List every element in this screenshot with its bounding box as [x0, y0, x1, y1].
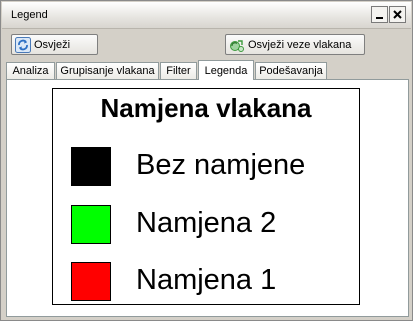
window-title: Legend — [11, 9, 48, 21]
legend-item-label: Bez namjene — [136, 149, 306, 181]
legend-item: Bez namjene — [71, 147, 351, 187]
legend-swatch — [71, 205, 111, 244]
minimize-button[interactable] — [371, 6, 388, 23]
tab-label: Analiza — [12, 65, 49, 77]
tab-grupisanje-vlakana[interactable]: Grupisanje vlakana — [56, 62, 159, 79]
refresh-fiber-links-label: Osvježi veze vlakana — [248, 38, 352, 51]
legend-window: Legend Osvježi Osvježi veze vlakana Anal… — [0, 0, 413, 321]
legend-swatch — [71, 262, 111, 301]
tab-strip: Analiza Grupisanje vlakana Filter Legend… — [6, 60, 409, 80]
legend-title: Namjena vlakana — [100, 93, 312, 123]
legend-item-label: Namjena 1 — [136, 264, 277, 296]
tab-label: Legenda — [204, 64, 248, 77]
tab-podesavanja[interactable]: Podešavanja — [255, 62, 327, 79]
tab-legenda[interactable]: Legenda — [198, 60, 254, 80]
close-icon — [393, 10, 402, 19]
title-bar[interactable]: Legend — [2, 2, 411, 29]
legend-box: Namjena vlakana Bez namjene Namjena 2 Na… — [52, 88, 360, 305]
refresh-button-label: Osvježi — [34, 38, 71, 51]
tab-label: Podešavanja — [259, 65, 323, 77]
refresh-icon — [15, 36, 31, 53]
refresh-fiber-links-button[interactable]: Osvježi veze vlakana — [225, 34, 365, 55]
legend-panel: Namjena vlakana Bez namjene Namjena 2 Na… — [6, 79, 409, 317]
legend-item: Namjena 2 — [71, 205, 351, 245]
refresh-links-icon — [229, 37, 245, 53]
legend-item: Namjena 1 — [71, 262, 351, 302]
refresh-button[interactable]: Osvježi — [11, 34, 98, 55]
tab-label: Filter — [166, 65, 191, 77]
legend-item-label: Namjena 2 — [136, 207, 277, 239]
tab-analiza[interactable]: Analiza — [6, 62, 55, 79]
toolbar: Osvježi Osvježi veze vlakana — [2, 29, 411, 57]
legend-swatch — [71, 147, 111, 186]
close-button[interactable] — [389, 6, 406, 23]
tab-label: Grupisanje vlakana — [60, 65, 155, 77]
tab-filter[interactable]: Filter — [160, 62, 197, 79]
